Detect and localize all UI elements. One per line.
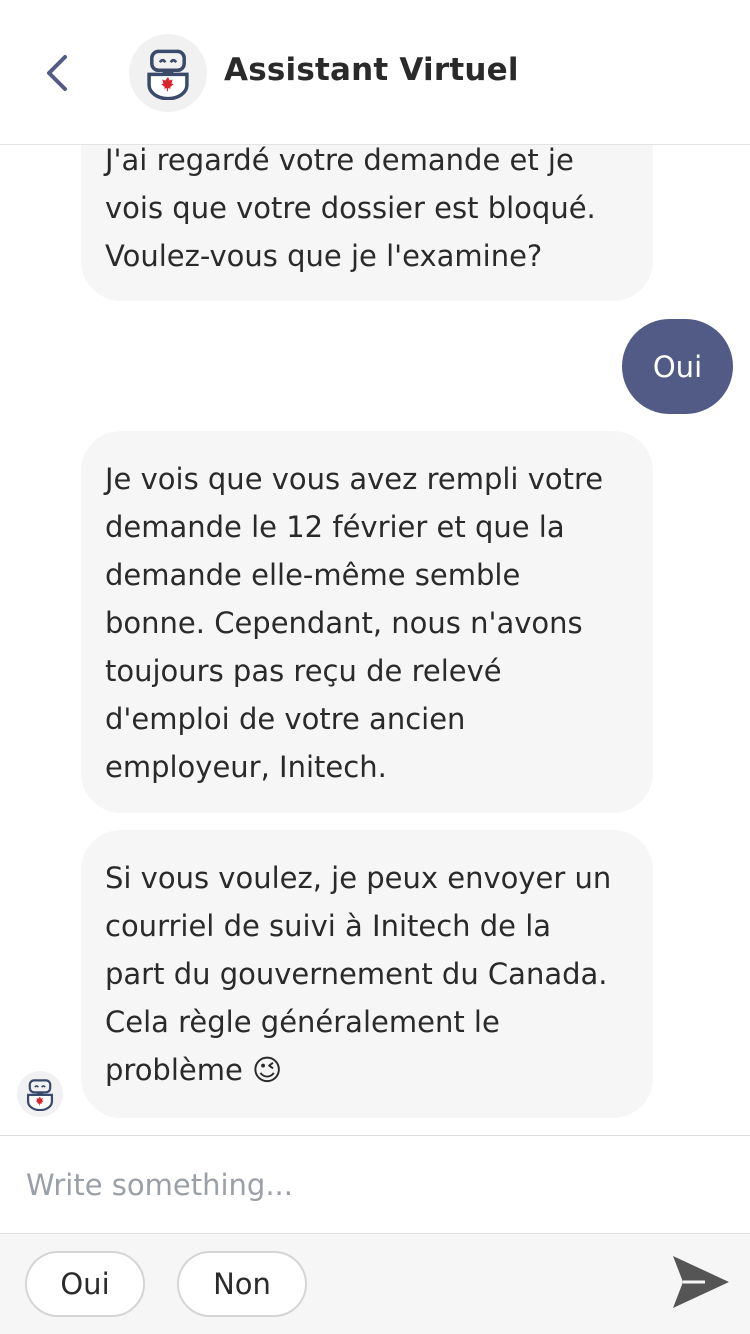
quick-reply-non-button[interactable]: Non xyxy=(177,1251,307,1317)
message-composer xyxy=(0,1135,750,1233)
robot-maple-leaf-icon xyxy=(147,49,189,100)
message-input[interactable] xyxy=(0,1136,750,1233)
quick-reply-oui-button[interactable]: Oui xyxy=(25,1251,145,1317)
bot-message: Si vous voulez, je peux envoyer un courr… xyxy=(81,830,653,1118)
send-arrow-icon xyxy=(673,1256,729,1308)
message-list: J'ai regardé votre demande et je vois qu… xyxy=(0,0,750,1135)
bot-avatar xyxy=(17,1071,63,1117)
robot-maple-leaf-icon xyxy=(26,1079,54,1111)
user-message: Oui xyxy=(622,319,733,414)
bot-message: Je vois que vous avez rempli votre deman… xyxy=(81,431,653,813)
chat-header: Assistant Virtuel xyxy=(0,0,750,145)
send-button[interactable] xyxy=(666,1247,736,1317)
chevron-left-icon xyxy=(47,55,67,91)
page-title: Assistant Virtuel xyxy=(224,52,519,88)
back-button[interactable] xyxy=(28,50,84,96)
quick-replies-bar: Oui Non xyxy=(0,1233,750,1334)
assistant-avatar xyxy=(129,34,207,112)
chat-screen: J'ai regardé votre demande et je vois qu… xyxy=(0,0,750,1334)
